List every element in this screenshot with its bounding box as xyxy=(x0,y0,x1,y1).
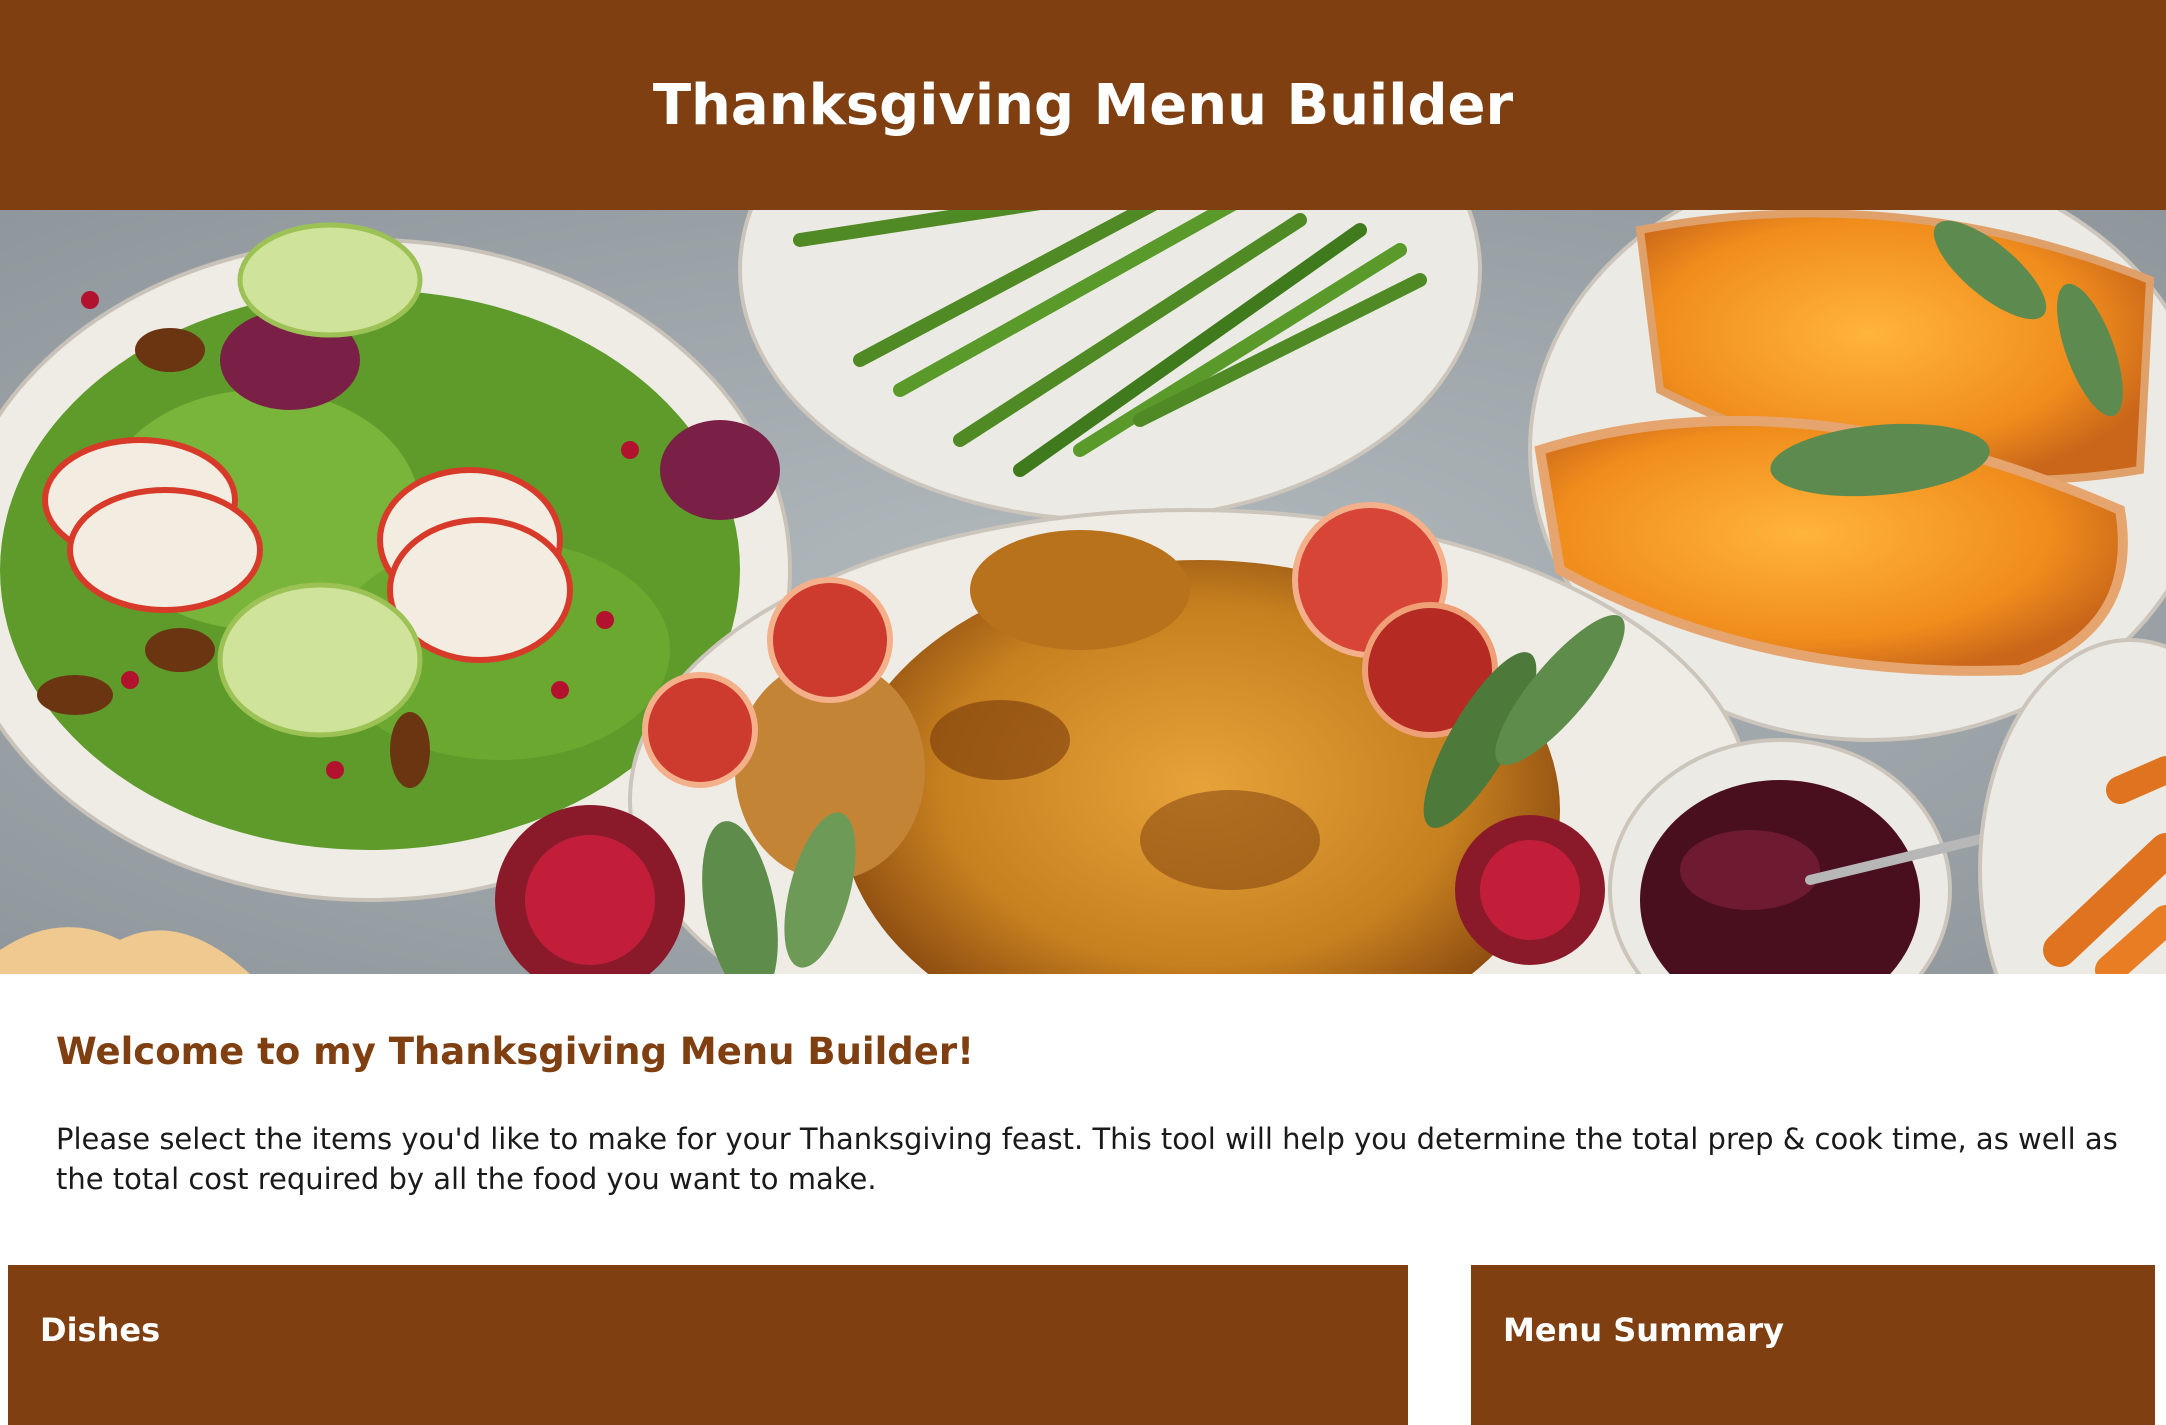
page-title: Thanksgiving Menu Builder xyxy=(652,72,1514,138)
dishes-panel: Dishes xyxy=(8,1265,1408,1425)
menu-summary-panel-title: Menu Summary xyxy=(1503,1311,1784,1349)
intro-section: Welcome to my Thanksgiving Menu Builder!… xyxy=(56,1030,2136,1199)
app-header: Thanksgiving Menu Builder xyxy=(0,0,2166,210)
intro-paragraph: Please select the items you'd like to ma… xyxy=(56,1122,2118,1196)
welcome-heading: Welcome to my Thanksgiving Menu Builder! xyxy=(56,1030,974,1073)
dishes-panel-title: Dishes xyxy=(40,1311,161,1349)
thanksgiving-feast-photo xyxy=(0,210,2166,974)
hero-banner xyxy=(0,210,2166,974)
menu-summary-panel: Menu Summary xyxy=(1471,1265,2155,1425)
